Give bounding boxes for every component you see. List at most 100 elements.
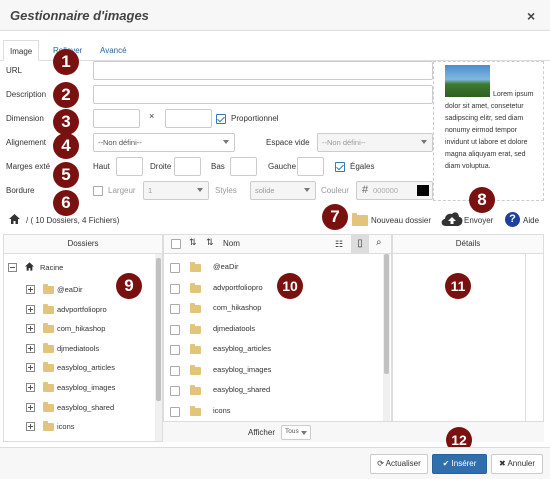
- tab-advanced[interactable]: Avancé: [94, 40, 133, 61]
- badge-2: 2: [53, 82, 79, 108]
- equal-checkbox[interactable]: [335, 162, 345, 172]
- refresh-button[interactable]: ⟳ Actualiser: [370, 454, 428, 474]
- sort-alpha-icon[interactable]: ⇅: [206, 237, 214, 248]
- cancel-button[interactable]: ✖ Annuler: [491, 454, 543, 474]
- chevron-down-icon: [197, 188, 203, 192]
- cancel-label: Annuler: [507, 459, 536, 468]
- row-checkbox[interactable]: [170, 386, 180, 396]
- row-checkbox[interactable]: [170, 324, 180, 335]
- border-label: Bordure: [6, 186, 35, 195]
- expand-icon[interactable]: [26, 343, 35, 353]
- color-swatch[interactable]: [417, 185, 429, 196]
- space-select[interactable]: --Non défini--: [317, 133, 433, 152]
- folder-icon: [190, 405, 201, 416]
- file-list-header: ⇅ ⇅ Nom ☷ ▯ ⌕: [164, 235, 391, 254]
- style-label: Styles: [215, 186, 237, 195]
- space-value: --Non défini--: [322, 138, 366, 147]
- help-button[interactable]: Aide: [523, 216, 539, 225]
- margin-bottom-label: Bas: [211, 162, 225, 171]
- margin-left-input[interactable]: [297, 157, 324, 176]
- expand-icon[interactable]: [26, 363, 35, 373]
- select-all-checkbox[interactable]: [171, 239, 181, 249]
- new-folder-icon[interactable]: [352, 213, 368, 226]
- border-width-select[interactable]: 1: [143, 181, 209, 200]
- equal-label: Égales: [350, 162, 375, 171]
- list-item[interactable]: easyblog_shared: [163, 381, 387, 401]
- border-style-select[interactable]: solide: [250, 181, 316, 200]
- list-item[interactable]: easyblog_articles: [163, 340, 387, 360]
- margin-bottom-input[interactable]: [230, 157, 257, 176]
- folders-scrollbar-thumb[interactable]: [156, 258, 161, 401]
- show-select[interactable]: Tous: [281, 425, 311, 440]
- list-item[interactable]: easyblog_images: [163, 361, 387, 381]
- row-checkbox[interactable]: [170, 304, 180, 314]
- description-label: Description: [6, 90, 47, 99]
- path-breadcrumb: / ( 10 Dossiers, 4 Fichiers): [26, 216, 120, 225]
- folder-icon: [43, 303, 54, 314]
- expand-icon[interactable]: [26, 304, 35, 314]
- badge-8: 8: [469, 187, 495, 213]
- close-icon[interactable]: ×: [527, 8, 535, 24]
- folder-icon: [190, 262, 201, 272]
- expand-icon[interactable]: [26, 285, 35, 294]
- margin-right-input[interactable]: [174, 157, 201, 176]
- close-icon: ✖: [498, 459, 506, 468]
- name-column-header[interactable]: Nom: [223, 239, 240, 248]
- hash-icon: #: [362, 184, 369, 196]
- row-checkbox[interactable]: [170, 365, 180, 376]
- folder-icon: [190, 282, 201, 293]
- help-icon[interactable]: ?: [505, 212, 520, 227]
- show-value: Tous: [285, 428, 299, 435]
- grid-view-icon[interactable]: ☷: [335, 239, 343, 250]
- row-checkbox[interactable]: [170, 263, 180, 273]
- row-checkbox[interactable]: [170, 283, 180, 294]
- list-item[interactable]: icons: [163, 402, 387, 422]
- folder-icon: [43, 323, 54, 334]
- description-input[interactable]: [93, 85, 433, 104]
- chevron-down-icon: [223, 140, 229, 144]
- expand-icon[interactable]: [26, 422, 35, 432]
- tree-item-label: advportfoliopro: [57, 304, 107, 314]
- height-input[interactable]: [165, 109, 212, 128]
- insert-label: Insérer: [451, 459, 477, 468]
- row-checkbox[interactable]: [170, 406, 180, 417]
- cloud-upload-icon[interactable]: [441, 211, 463, 229]
- file-name: advportfoliopro: [213, 282, 263, 292]
- margin-top-input[interactable]: [116, 157, 143, 176]
- sort-icon[interactable]: ⇅: [189, 237, 197, 248]
- file-name: easyblog_images: [213, 364, 272, 374]
- expand-icon[interactable]: [26, 383, 35, 392]
- file-name: @eaDir: [213, 262, 239, 271]
- new-folder-button[interactable]: Nouveau dossier: [371, 216, 431, 225]
- dimension-separator: ×: [149, 111, 155, 121]
- margin-left-label: Gauche: [268, 162, 297, 171]
- expand-icon[interactable]: [26, 324, 35, 334]
- list-item[interactable]: @eaDir: [163, 258, 387, 278]
- list-item[interactable]: advportfoliopro: [163, 279, 387, 299]
- list-view-icon[interactable]: ▯: [351, 235, 369, 253]
- badge-10: 10: [277, 273, 303, 299]
- color-input[interactable]: # 000000: [356, 181, 433, 200]
- folder-icon: [43, 342, 54, 353]
- badge-9: 9: [116, 273, 142, 299]
- folder-icon: [43, 401, 54, 412]
- url-input[interactable]: [93, 61, 433, 80]
- badge-1: 1: [53, 49, 79, 75]
- folder-icon: [190, 303, 201, 313]
- row-checkbox[interactable]: [170, 345, 180, 355]
- home-icon[interactable]: [9, 214, 20, 224]
- tab-image[interactable]: Image: [3, 40, 40, 61]
- border-style-value: solide: [255, 186, 275, 195]
- width-input[interactable]: [93, 109, 140, 128]
- insert-button[interactable]: ✔ Insérer: [432, 454, 487, 474]
- send-button[interactable]: Envoyer: [464, 216, 493, 225]
- alignment-select[interactable]: --Non défini--: [93, 133, 235, 152]
- proportional-checkbox[interactable]: [216, 114, 226, 124]
- list-item[interactable]: com_hikashop: [163, 299, 387, 319]
- expand-icon[interactable]: [26, 402, 35, 412]
- collapse-icon[interactable]: [8, 263, 17, 272]
- list-item[interactable]: djmediatools: [163, 320, 387, 340]
- search-icon[interactable]: ⌕: [376, 237, 382, 248]
- folders-scrollbar[interactable]: [155, 254, 162, 441]
- border-checkbox[interactable]: [93, 186, 103, 196]
